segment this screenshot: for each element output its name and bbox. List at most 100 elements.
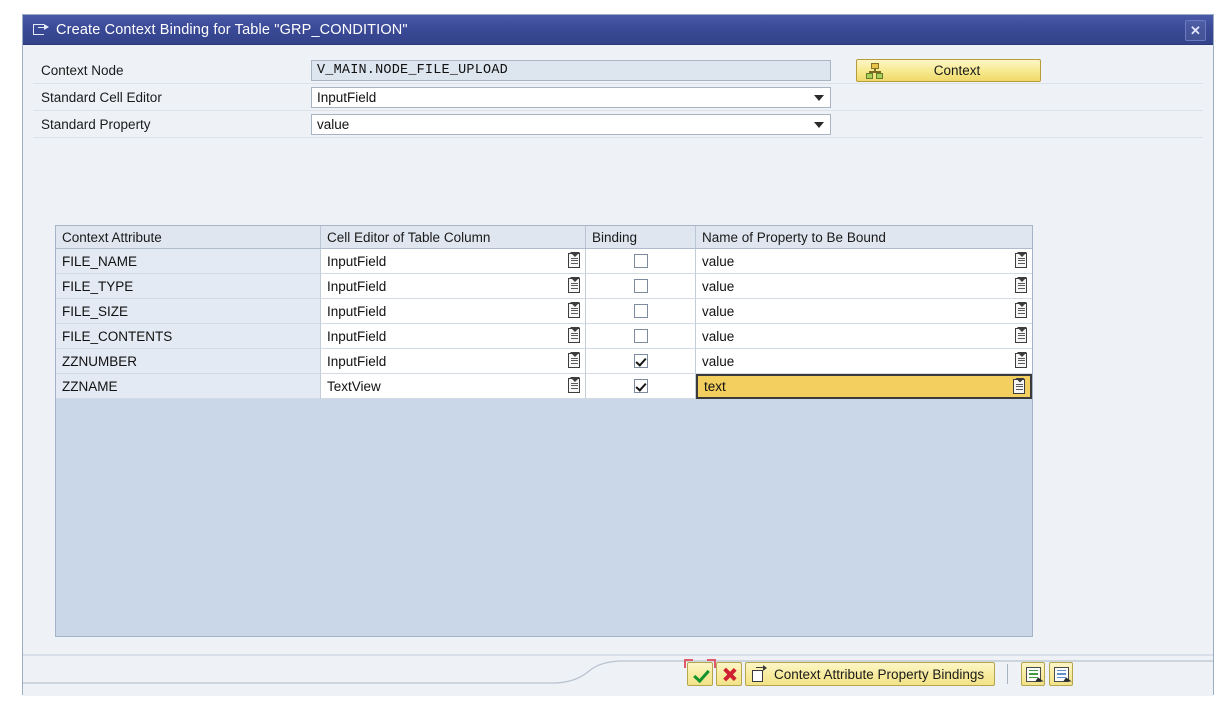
context-button-label: Context xyxy=(933,63,981,78)
cell-binding[interactable] xyxy=(586,324,696,349)
binding-table: Context Attribute Cell Editor of Table C… xyxy=(55,225,1033,637)
cell-editor-dropdown[interactable]: InputField xyxy=(321,324,586,349)
cell-property-name[interactable]: value xyxy=(696,299,1032,324)
value-help-icon[interactable] xyxy=(568,253,580,268)
dialog-titlebar: Create Context Binding for Table "GRP_CO… xyxy=(23,15,1213,45)
cell-context-attribute: ZZNUMBER xyxy=(56,349,321,374)
cell-binding[interactable] xyxy=(586,274,696,299)
column-header-context-attribute: Context Attribute xyxy=(56,226,321,248)
cell-property-name[interactable]: value xyxy=(696,324,1032,349)
blue-list-button-wrap xyxy=(1045,662,1074,686)
green-list-button-wrap xyxy=(1017,662,1046,686)
cell-property-value: value xyxy=(702,278,735,294)
cell-editor-dropdown[interactable]: InputField xyxy=(321,299,586,324)
cell-editor-dropdown[interactable]: InputField xyxy=(321,249,586,274)
value-help-icon[interactable] xyxy=(1015,353,1027,368)
standard-property-value: value xyxy=(317,116,350,132)
value-help-icon[interactable] xyxy=(568,278,580,293)
chevron-down-icon[interactable] xyxy=(814,95,824,101)
table-row[interactable]: FILE_NAME InputField value xyxy=(56,249,1032,274)
value-help-icon[interactable] xyxy=(568,328,580,343)
cell-property-value: text xyxy=(704,379,726,394)
standard-property-dropdown[interactable]: value xyxy=(311,113,831,135)
screen: Create Context Binding for Table "GRP_CO… xyxy=(0,0,1225,709)
binding-checkbox[interactable] xyxy=(633,279,648,293)
cell-editor-value: InputField xyxy=(327,278,387,294)
binding-checkbox[interactable] xyxy=(633,254,648,268)
cell-editor-value: InputField xyxy=(327,253,387,269)
label-context-node: Context Node xyxy=(41,62,124,78)
label-standard-cell-editor: Standard Cell Editor xyxy=(41,89,162,105)
cell-editor-dropdown[interactable]: TextView xyxy=(321,374,586,399)
create-context-binding-dialog: Create Context Binding for Table "GRP_CO… xyxy=(22,14,1214,696)
value-help-icon[interactable] xyxy=(1015,253,1027,268)
binding-checkbox[interactable] xyxy=(633,329,648,343)
cell-editor-value: InputField xyxy=(327,328,387,344)
toolbar-divider xyxy=(1007,664,1009,684)
cell-property-value: value xyxy=(702,303,735,319)
cancel-button[interactable] xyxy=(716,662,742,686)
form-row-context-node: Context Node V_MAIN.NODE_FILE_UPLOAD Con… xyxy=(33,57,1203,84)
binding-checkbox[interactable] xyxy=(633,354,648,368)
cell-context-attribute: FILE_TYPE xyxy=(56,274,321,299)
cell-editor-dropdown[interactable]: InputField xyxy=(321,274,586,299)
insert-row-button[interactable] xyxy=(1021,662,1046,686)
cell-editor-value: InputField xyxy=(327,353,387,369)
table-row[interactable]: FILE_SIZE InputField value xyxy=(56,299,1032,324)
hierarchy-icon xyxy=(866,62,884,79)
cell-context-attribute: FILE_SIZE xyxy=(56,299,321,324)
select-row-button[interactable] xyxy=(1049,662,1074,686)
cell-context-attribute: ZZNAME xyxy=(56,374,321,399)
dialog-body: Context Node V_MAIN.NODE_FILE_UPLOAD Con… xyxy=(23,45,1213,696)
table-row[interactable]: ZZNAME TextView text xyxy=(56,374,1032,399)
context-node-field[interactable]: V_MAIN.NODE_FILE_UPLOAD xyxy=(311,59,831,81)
table-row[interactable]: FILE_CONTENTS InputField value xyxy=(56,324,1032,349)
cell-property-name[interactable]: value xyxy=(696,349,1032,374)
check-icon xyxy=(693,667,708,682)
cell-binding[interactable] xyxy=(586,249,696,274)
value-help-icon[interactable] xyxy=(1015,303,1027,318)
value-help-icon[interactable] xyxy=(1015,278,1027,293)
value-help-icon[interactable] xyxy=(1013,378,1025,394)
standard-cell-editor-dropdown[interactable]: InputField xyxy=(311,86,831,108)
dialog-title: Create Context Binding for Table "GRP_CO… xyxy=(56,21,408,38)
label-standard-property: Standard Property xyxy=(41,116,151,132)
value-help-icon[interactable] xyxy=(568,303,580,318)
footer-toolbar: Context Attribute Property Bindings xyxy=(23,657,1213,696)
close-icon[interactable]: ✕ xyxy=(1185,20,1206,41)
cell-property-value: value xyxy=(702,253,735,269)
cell-property-value: value xyxy=(702,328,735,344)
table-row[interactable]: FILE_TYPE InputField value xyxy=(56,274,1032,299)
chevron-down-icon[interactable] xyxy=(814,122,824,128)
cell-editor-value: TextView xyxy=(327,378,381,394)
binding-checkbox[interactable] xyxy=(633,304,648,318)
context-button[interactable]: Context xyxy=(856,59,1041,82)
cell-editor-value: InputField xyxy=(327,303,387,319)
context-node-value: V_MAIN.NODE_FILE_UPLOAD xyxy=(317,62,508,78)
column-header-property-name: Name of Property to Be Bound xyxy=(702,229,886,245)
binding-checkbox[interactable] xyxy=(633,379,648,393)
cell-binding[interactable] xyxy=(586,349,696,374)
table-header-row: Context Attribute Cell Editor of Table C… xyxy=(56,226,1032,249)
cell-property-name[interactable]: text xyxy=(696,374,1032,399)
cell-editor-dropdown[interactable]: InputField xyxy=(321,349,586,374)
cell-context-attribute: FILE_CONTENTS xyxy=(56,324,321,349)
column-header-binding: Binding xyxy=(586,226,696,248)
dialog-window-icon xyxy=(33,23,49,37)
footer-button-group: Context Attribute Property Bindings xyxy=(684,659,1074,686)
value-help-icon[interactable] xyxy=(1015,328,1027,343)
context-attribute-property-bindings-button[interactable]: Context Attribute Property Bindings xyxy=(745,662,996,686)
cell-property-name[interactable]: value xyxy=(696,249,1032,274)
cell-property-name[interactable]: value xyxy=(696,274,1032,299)
list-blue-icon xyxy=(1053,666,1072,686)
list-green-icon xyxy=(1025,666,1044,686)
value-help-icon[interactable] xyxy=(568,378,580,393)
form-row-standard-property: Standard Property value xyxy=(33,111,1203,138)
table-row[interactable]: ZZNUMBER InputField value xyxy=(56,349,1032,374)
confirm-button[interactable] xyxy=(684,659,716,686)
value-help-icon[interactable] xyxy=(568,353,580,368)
cell-binding[interactable] xyxy=(586,374,696,399)
form-section: Context Node V_MAIN.NODE_FILE_UPLOAD Con… xyxy=(33,57,1203,138)
close-x-icon xyxy=(722,667,737,682)
cell-binding[interactable] xyxy=(586,299,696,324)
